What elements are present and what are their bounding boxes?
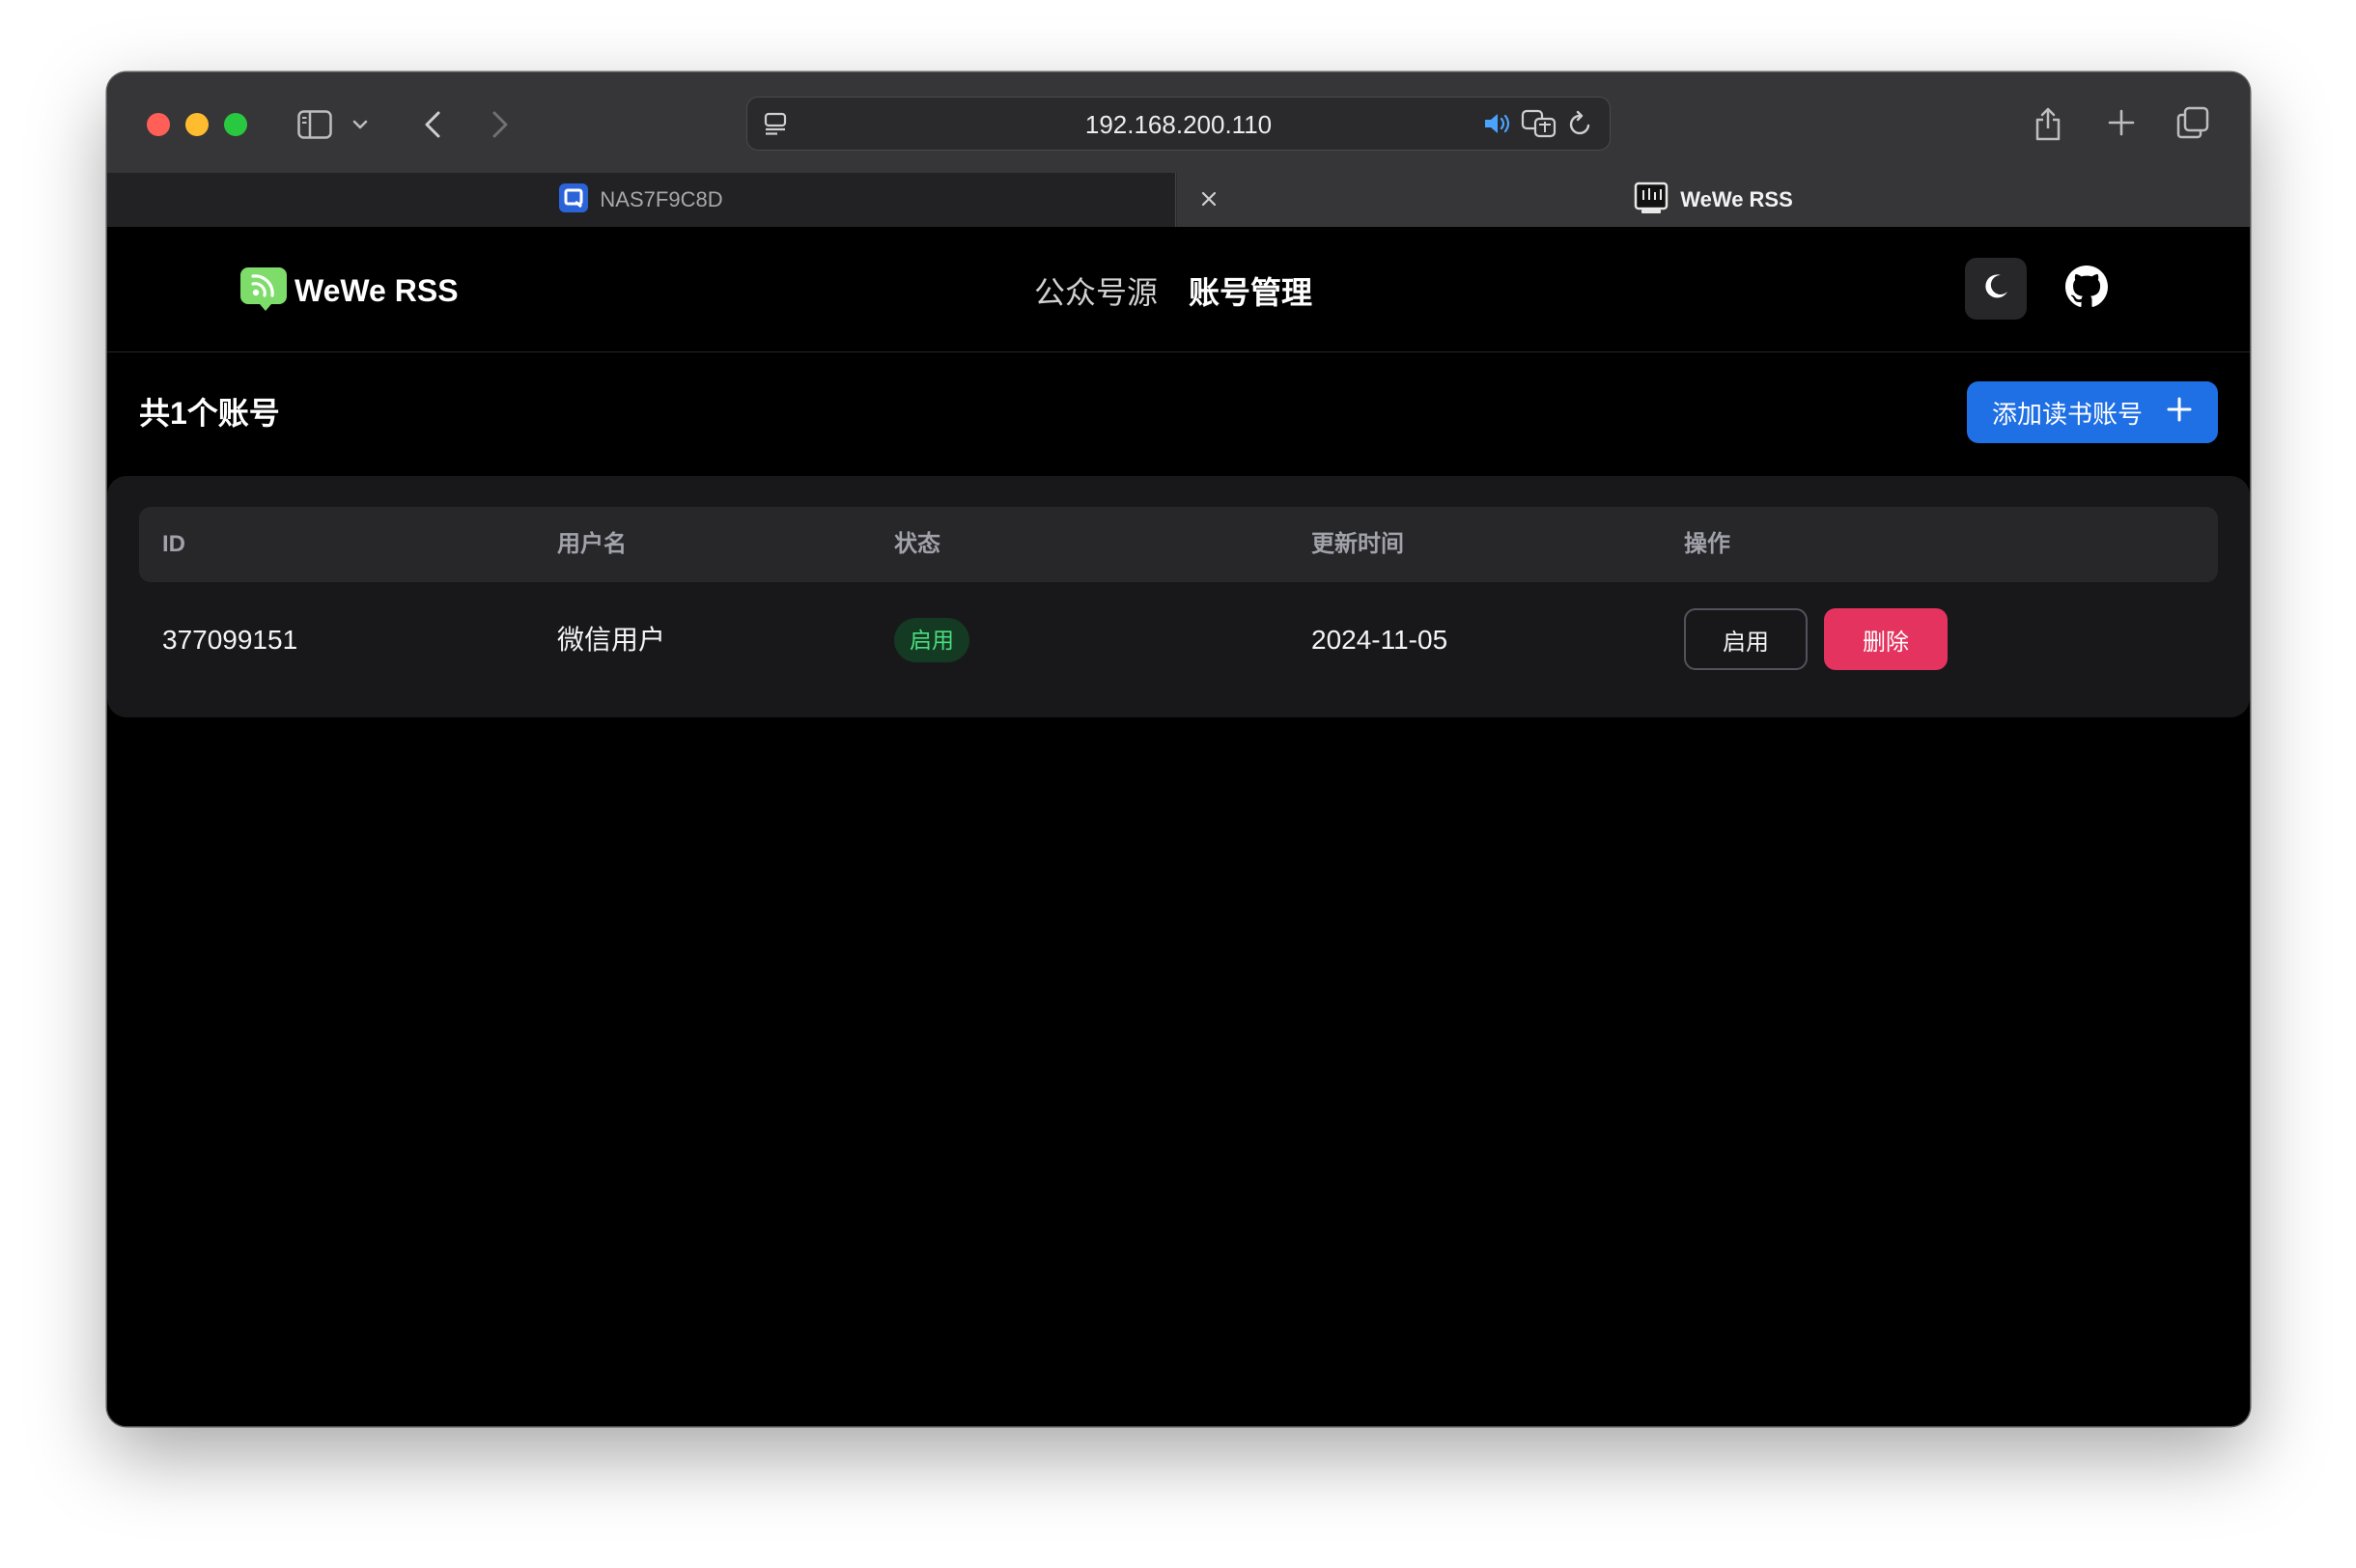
app-page: WeWe RSS 公众号源 账号管理 共1个账号 添加读书账号 ID 用户名 状…	[107, 227, 2250, 1426]
back-arrow-icon[interactable]	[418, 105, 447, 144]
cell-id: 377099151	[162, 625, 298, 655]
accounts-table-panel: ID 用户名 状态 更新时间 操作 377099151 微信用户 启用 2024…	[107, 476, 2250, 717]
app-header: WeWe RSS 公众号源 账号管理	[107, 227, 2250, 352]
forward-arrow-icon[interactable]	[486, 105, 515, 144]
tab-wewe-rss[interactable]: WeWe RSS	[1177, 173, 2250, 227]
browser-window: 192.168.200.110 NAS7F9C8D WeWe RSS WeWe …	[107, 72, 2250, 1426]
brand-link[interactable]: WeWe RSS	[238, 266, 459, 316]
main-nav: 公众号源 账号管理	[1034, 266, 1312, 316]
tab-bar: NAS7F9C8D WeWe RSS	[107, 173, 2250, 227]
column-header-username: 用户名	[557, 531, 627, 557]
rss-logo-icon	[238, 264, 289, 319]
close-window-button[interactable]	[147, 113, 170, 136]
github-icon	[2065, 265, 2108, 313]
sidebar-toggle-icon[interactable]	[295, 105, 334, 144]
nav-item-accounts[interactable]: 账号管理	[1189, 268, 1312, 313]
translate-icon[interactable]	[1520, 107, 1558, 140]
tab-label: NAS7F9C8D	[600, 187, 723, 211]
enable-button[interactable]: 启用	[1684, 608, 1808, 670]
nas-favicon-icon	[559, 182, 589, 217]
nav-item-feeds[interactable]: 公众号源	[1034, 268, 1158, 313]
column-header-updated: 更新时间	[1311, 531, 1404, 557]
tab-nas[interactable]: NAS7F9C8D	[107, 173, 1176, 227]
close-icon[interactable]	[1198, 188, 1220, 214]
column-header-actions: 操作	[1684, 531, 1730, 557]
github-link[interactable]	[2060, 262, 2114, 316]
table-row: 377099151 微信用户 启用 2024-11-05 启用 删除	[139, 582, 2218, 698]
tab-overview-icon[interactable]	[2174, 103, 2212, 142]
reload-icon[interactable]	[1566, 109, 1595, 138]
account-count-title: 共1个账号	[139, 396, 280, 431]
brand-name: WeWe RSS	[294, 272, 459, 308]
column-header-status: 状态	[894, 531, 940, 557]
moon-icon	[1981, 272, 2010, 306]
cell-updated: 2024-11-05	[1311, 625, 1448, 655]
table-header: ID 用户名 状态 更新时间 操作	[139, 507, 2218, 582]
add-account-label: 添加读书账号	[1991, 399, 2143, 429]
zoom-window-button[interactable]	[224, 113, 247, 136]
plus-icon	[2166, 396, 2193, 430]
share-icon[interactable]	[2029, 101, 2067, 144]
status-badge: 启用	[894, 618, 969, 662]
column-header-id: ID	[162, 531, 185, 557]
address-bar[interactable]: 192.168.200.110	[746, 97, 1611, 151]
add-account-button[interactable]: 添加读书账号	[1967, 381, 2218, 443]
wewe-favicon-icon	[1634, 181, 1669, 220]
cell-username: 微信用户	[557, 625, 666, 655]
delete-button[interactable]: 删除	[1824, 608, 1948, 670]
theme-toggle-button[interactable]	[1965, 258, 2027, 320]
speaker-icon[interactable]	[1481, 109, 1514, 138]
title-bar: 192.168.200.110	[107, 72, 2250, 173]
new-tab-plus-icon[interactable]	[2104, 105, 2139, 140]
tab-label: WeWe RSS	[1680, 187, 1793, 211]
chevron-down-icon[interactable]	[351, 113, 370, 136]
minimize-window-button[interactable]	[185, 113, 209, 136]
